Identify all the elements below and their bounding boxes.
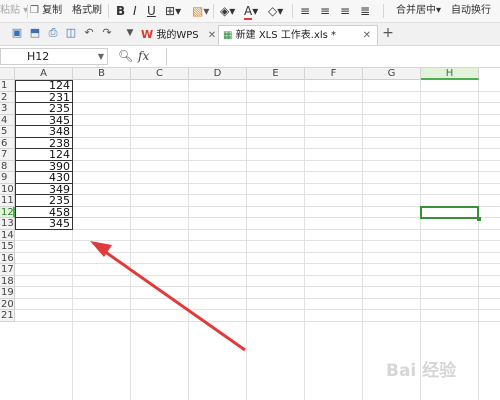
arrow-shaft <box>103 249 246 352</box>
baidu-watermark: Bai 经验 <box>386 361 457 381</box>
annotation-arrow <box>90 241 246 352</box>
